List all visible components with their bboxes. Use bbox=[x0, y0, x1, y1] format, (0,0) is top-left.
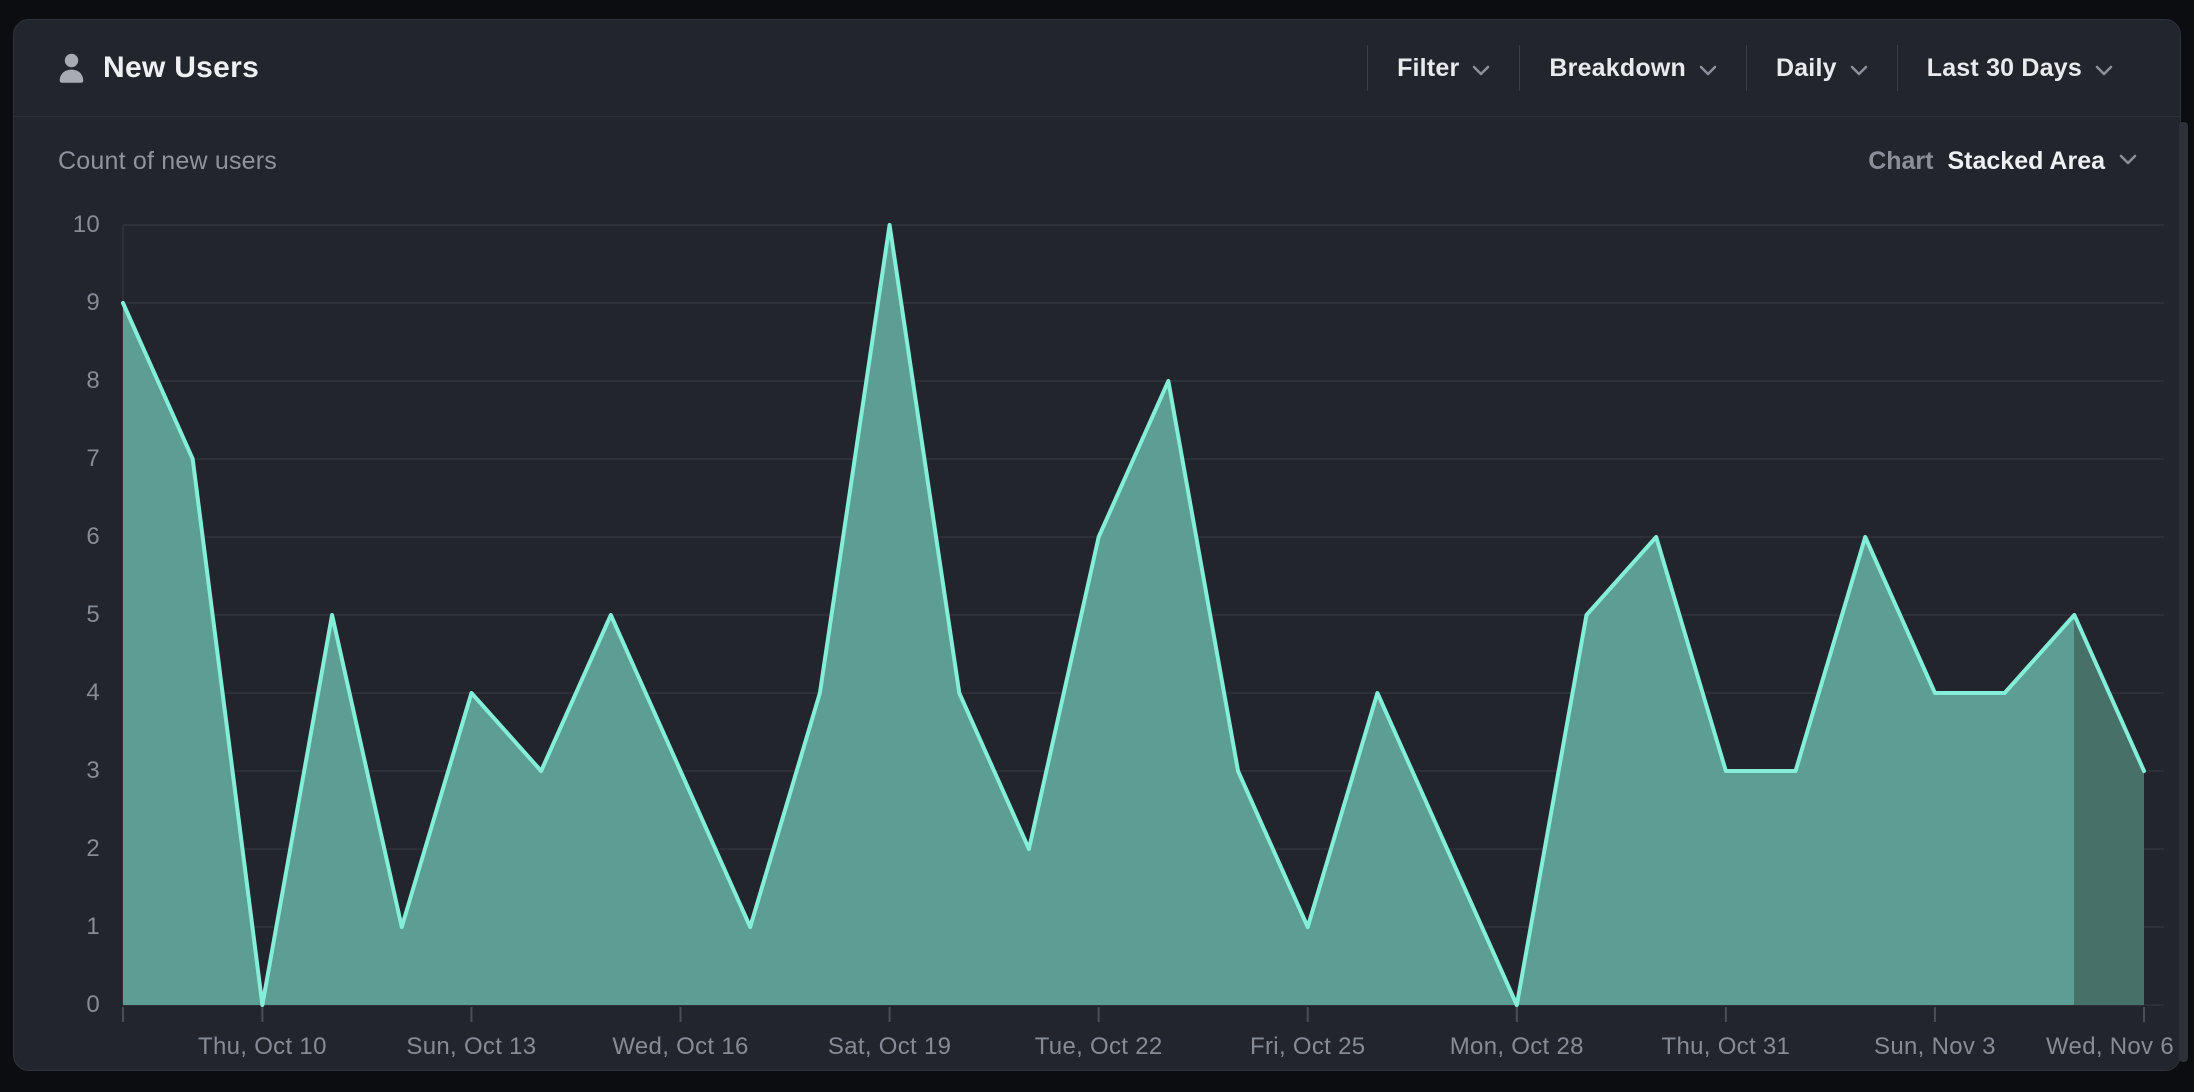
header-control-last-30-days[interactable]: Last 30 Days bbox=[1898, 54, 2142, 83]
card-header: New Users Filter Breakdown Daily Last 30 Da… bbox=[14, 20, 2180, 117]
header-control-filter[interactable]: Filter bbox=[1368, 54, 1519, 83]
chevron-down-icon bbox=[1850, 54, 1868, 83]
chart-toolbar: Count of new users Chart Stacked Area bbox=[14, 117, 2180, 205]
x-axis-label-6: Mon, Oct 28 bbox=[1450, 1033, 1584, 1061]
y-axis-label-8: 8 bbox=[30, 366, 100, 396]
chevron-down-icon bbox=[1699, 54, 1717, 83]
x-axis-label-8: Sun, Nov 3 bbox=[1874, 1033, 1996, 1061]
x-axis-label-5: Fri, Oct 25 bbox=[1250, 1033, 1365, 1061]
x-axis-label-0: Thu, Oct 10 bbox=[198, 1033, 327, 1061]
chart-type-value: Stacked Area bbox=[1948, 147, 2106, 176]
chevron-down-icon bbox=[2095, 54, 2113, 83]
y-axis-label-0: 0 bbox=[30, 990, 100, 1020]
control-label: Daily bbox=[1776, 54, 1837, 83]
y-axis-label-6: 6 bbox=[30, 522, 100, 552]
person-icon bbox=[58, 53, 85, 84]
y-axis-label-9: 9 bbox=[30, 288, 100, 318]
chevron-down-icon bbox=[2119, 152, 2137, 170]
chevron-down-icon bbox=[1472, 54, 1490, 83]
y-axis-label-3: 3 bbox=[30, 756, 100, 786]
x-axis-label-3: Sat, Oct 19 bbox=[828, 1033, 951, 1061]
x-axis-label-2: Wed, Oct 16 bbox=[612, 1033, 748, 1061]
chart-type-caption: Chart bbox=[1868, 147, 1933, 176]
new-users-card: New Users Filter Breakdown Daily Last 30 Da… bbox=[13, 19, 2181, 1071]
x-axis-label-4: Tue, Oct 22 bbox=[1035, 1033, 1163, 1061]
y-axis-label-10: 10 bbox=[30, 210, 100, 240]
y-axis-label-7: 7 bbox=[30, 444, 100, 474]
page-title: New Users bbox=[103, 51, 259, 85]
y-axis-label-5: 5 bbox=[30, 600, 100, 630]
header-control-breakdown[interactable]: Breakdown bbox=[1520, 54, 1746, 83]
y-axis-label-1: 1 bbox=[30, 912, 100, 942]
control-label: Last 30 Days bbox=[1927, 54, 2082, 83]
chart-type-select[interactable]: Chart Stacked Area bbox=[1868, 147, 2137, 176]
y-axis-label-4: 4 bbox=[30, 678, 100, 708]
header-control-daily[interactable]: Daily bbox=[1747, 54, 1897, 83]
y-axis-label-2: 2 bbox=[30, 834, 100, 864]
metric-label: Count of new users bbox=[58, 147, 277, 176]
x-axis-label-1: Sun, Oct 13 bbox=[406, 1033, 536, 1061]
x-axis-label-7: Thu, Oct 31 bbox=[1662, 1033, 1791, 1061]
control-label: Filter bbox=[1397, 54, 1459, 83]
control-label: Breakdown bbox=[1549, 54, 1686, 83]
x-axis-label-9: Wed, Nov 6 bbox=[2046, 1033, 2174, 1061]
header-controls: Filter Breakdown Daily Last 30 Days bbox=[1367, 20, 2142, 116]
